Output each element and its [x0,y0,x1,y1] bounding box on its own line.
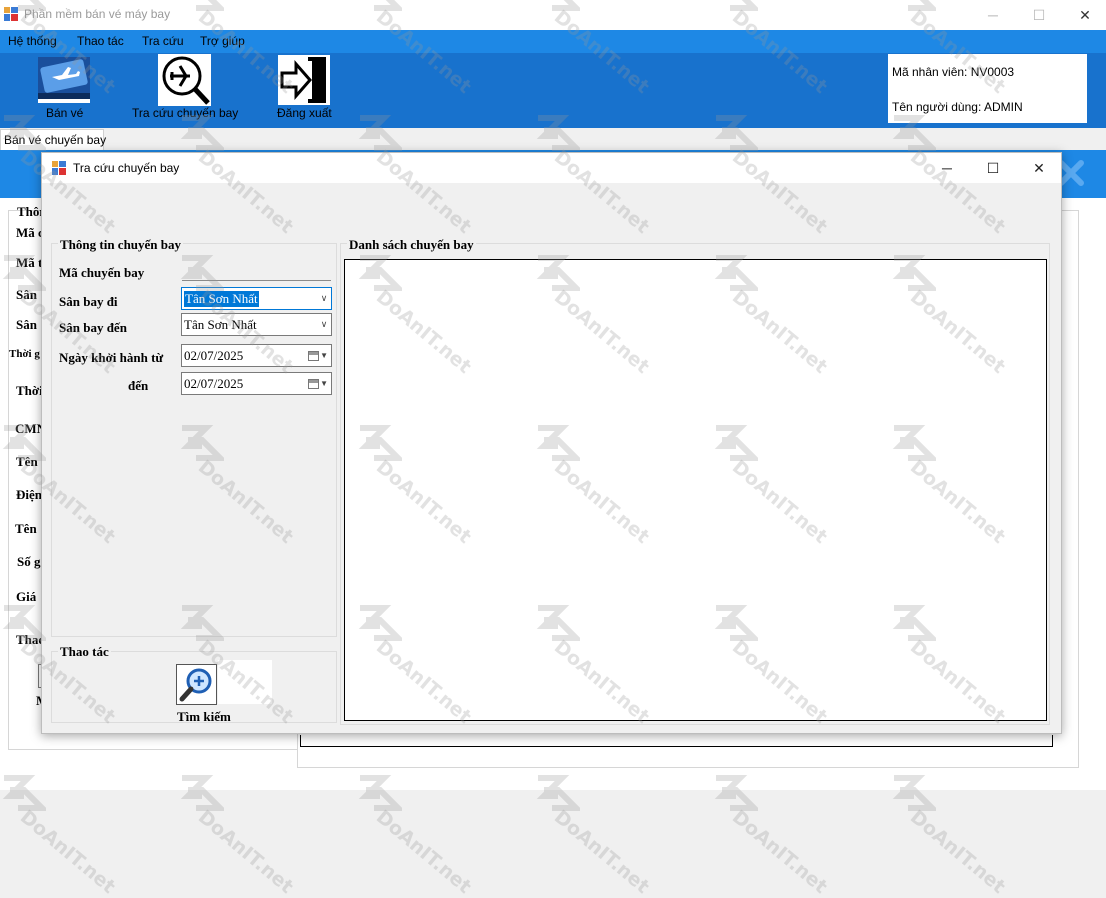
app-icon [4,7,18,21]
den-label: đến [128,378,149,393]
dialog-maximize-button[interactable]: ☐ [970,153,1016,183]
san-bay-den-select[interactable]: Tân Sơn Nhất ∨ [181,313,332,336]
flight-search-icon [158,54,211,106]
bg-label: Tên [16,454,38,469]
ma-chuyen-bay-input[interactable] [182,259,331,281]
ma-chuyen-bay-label: Mã chuyến bay [59,265,145,280]
bg-grid-edge [300,735,1053,747]
san-bay-den-label: Sân bay đến [59,320,127,335]
flight-list-group-title: Danh sách chuyến bay [347,237,476,253]
menu-tra-cuu[interactable]: Tra cứu [142,34,184,48]
chevron-down-icon: ▼ [320,379,328,388]
bg-label: Mã t [16,255,43,270]
ngay-tu-datepicker[interactable]: 02/07/2025 ▼ [181,344,332,367]
watermark-text: DoAnIT.net [193,806,298,898]
bg-label: Số g [17,554,41,569]
ban-ve-label: Bán vé [46,106,84,120]
watermark-text: DoAnIT.net [905,806,1010,898]
main-titlebar: Phần mềm bán vé máy bay ─ ☐ ✕ [0,0,1106,30]
bg-label: Thời g [9,348,40,360]
watermark-text: DoAnIT.net [371,806,476,898]
calendar-icon [308,350,320,361]
ticket-icon [38,57,90,103]
tab-strip [0,128,1106,150]
search-button-pad [218,660,272,704]
menu-he-thong[interactable]: Hệ thống [8,34,57,48]
menu-bar: Hệ thống Thao tác Tra cứu Trợ giúp [0,30,1106,53]
username-label: Tên người dùng: ADMIN [892,100,1023,114]
dialog-minimize-button[interactable]: ─ [924,153,970,183]
san-bay-den-value: Tân Sơn Nhất [184,316,257,332]
flight-list-grid[interactable] [344,259,1047,721]
bg-label: Mã c [16,225,44,240]
ngay-den-datepicker[interactable]: 02/07/2025 ▼ [181,372,332,395]
action-group-title: Thao tác [58,644,111,660]
san-bay-di-value: Tân Sơn Nhất [184,290,259,307]
bg-label: Sân [16,287,37,302]
dialog-app-icon [52,161,66,175]
menu-tro-giup[interactable]: Trợ giúp [200,34,245,48]
dialog-close-button[interactable]: ✕ [1016,153,1062,183]
watermark-text: DoAnIT.net [549,806,654,898]
search-button-label[interactable]: Tìm kiếm [177,709,231,725]
bg-label: Tên [15,521,37,536]
app-title: Phần mềm bán vé máy bay [24,7,171,21]
bg-label: Giá [16,589,37,604]
dialog-titlebar: Tra cứu chuyến bay ─ ☐ ✕ [42,153,1061,183]
chevron-down-icon: ∨ [320,319,328,329]
maximize-button[interactable]: ☐ [1016,0,1062,30]
minimize-button[interactable]: ─ [970,0,1016,30]
dang-xuat-button[interactable] [278,55,330,105]
dialog-title: Tra cứu chuyến bay [73,161,180,175]
employee-id-label: Mã nhân viên: NV0003 [892,65,1015,79]
ngay-den-value: 02/07/2025 [184,375,244,391]
search-button[interactable] [176,664,217,705]
san-bay-di-select[interactable]: Tân Sơn Nhất ∨ [181,287,332,310]
tra-cuu-dialog: Tra cứu chuyến bay ─ ☐ ✕ Thông tin chuyế… [41,152,1062,734]
calendar-icon [308,378,320,389]
bg-label: Thời [16,383,43,398]
close-button[interactable]: ✕ [1062,0,1106,30]
ban-ve-button[interactable] [38,55,90,105]
user-info-panel: Mã nhân viên: NV0003 Tên người dùng: ADM… [888,54,1087,123]
watermark-text: DoAnIT.net [727,806,832,898]
menu-thao-tac[interactable]: Thao tác [77,34,124,48]
chevron-down-icon: ▼ [320,351,328,360]
tra-cuu-label: Tra cứu chuyến bay [132,106,239,120]
logout-icon [278,55,330,105]
search-zoom-icon [179,668,212,702]
chevron-down-icon: ∨ [320,293,328,303]
flight-info-group-title: Thông tin chuyến bay [58,237,184,253]
ngay-tu-value: 02/07/2025 [184,347,244,363]
watermark-text: DoAnIT.net [15,806,120,898]
dang-xuat-label: Đăng xuất [277,106,332,120]
bg-label: Sân [16,317,37,332]
tra-cuu-button[interactable] [158,54,211,106]
bg-label: Điện [16,487,42,502]
ngay-khoi-hanh-tu-label: Ngày khởi hành từ [59,350,164,365]
tab-ban-ve-chuyen-bay[interactable]: Bán vé chuyến bay [0,129,106,150]
san-bay-di-label: Sân bay đi [59,294,118,309]
